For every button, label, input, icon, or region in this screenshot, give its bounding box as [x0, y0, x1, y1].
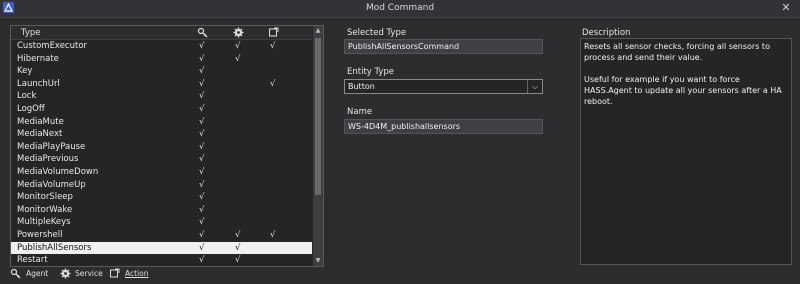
- row-service-check: √: [235, 229, 241, 240]
- row-agent-check: √: [199, 41, 205, 51]
- row-action-check: √: [270, 78, 276, 89]
- row-agent-check: √: [199, 242, 205, 253]
- row-type-name: MonitorWake: [17, 204, 73, 215]
- table-row[interactable]: MultipleKeys √: [11, 216, 312, 229]
- chevron-down-icon[interactable]: ⌵: [527, 80, 542, 93]
- legend-service: Service: [60, 268, 103, 281]
- row-type-name: LaunchUrl: [17, 78, 60, 89]
- row-type-name: CustomExecutor: [17, 41, 88, 51]
- row-agent-check: √: [199, 78, 205, 89]
- table-row[interactable]: PublishAllSensors √ √: [11, 241, 312, 255]
- table-row[interactable]: LogOff √: [11, 103, 312, 116]
- row-type-name: Key: [17, 66, 33, 77]
- close-button[interactable]: ✕: [780, 2, 792, 14]
- row-type-name: PublishAllSensors: [17, 242, 92, 253]
- row-type-name: MediaPrevious: [17, 154, 79, 165]
- row-service-check: √: [235, 41, 241, 51]
- row-service-check: √: [235, 255, 241, 266]
- description-text-1: Resets all sensor checks, forcing all se…: [584, 42, 770, 62]
- row-service-check: √: [235, 53, 241, 64]
- table-row[interactable]: MonitorSleep √: [11, 191, 312, 204]
- entity-type-value: Button: [348, 82, 375, 91]
- row-agent-check: √: [199, 103, 205, 114]
- window-title: Mod Command: [365, 3, 435, 13]
- command-type-table[interactable]: Type CustomExecutor √ √ √ Hibernate √ √ Key √ Lau…: [10, 25, 324, 267]
- legend-agent: Agent: [10, 268, 48, 281]
- table-scrollbar[interactable]: ▲ ▼: [313, 26, 323, 266]
- row-type-name: Powershell: [17, 229, 63, 240]
- column-header-type: Type: [21, 28, 41, 38]
- row-type-name: MediaNext: [17, 129, 63, 140]
- gear-icon: [233, 27, 244, 41]
- name-field[interactable]: WS-4D4M_publishallsensors: [344, 119, 543, 134]
- table-row[interactable]: MediaVolumeDown √: [11, 166, 312, 179]
- table-row[interactable]: Restart √ √: [11, 254, 312, 266]
- row-service-check: √: [235, 242, 241, 253]
- row-agent-check: √: [199, 66, 205, 77]
- row-type-name: MediaPlayPause: [17, 141, 86, 152]
- table-row[interactable]: MonitorWake √: [11, 204, 312, 217]
- row-agent-check: √: [199, 166, 205, 177]
- row-agent-check: √: [199, 192, 205, 203]
- action-icon: [268, 27, 279, 41]
- row-agent-check: √: [199, 154, 205, 165]
- scroll-thumb[interactable]: [315, 38, 321, 195]
- name-label: Name: [347, 107, 373, 117]
- table-row[interactable]: Key √: [11, 65, 312, 78]
- row-agent-check: √: [199, 229, 205, 240]
- row-action-check: √: [270, 41, 276, 51]
- scroll-down-icon[interactable]: ▼: [313, 256, 323, 266]
- row-action-check: √: [270, 229, 276, 240]
- table-row[interactable]: MediaNext √: [11, 128, 312, 141]
- table-row[interactable]: LaunchUrl √ √: [11, 78, 312, 91]
- row-type-name: MultipleKeys: [17, 217, 71, 228]
- row-agent-check: √: [199, 255, 205, 266]
- entity-type-dropdown[interactable]: Button ⌵: [344, 79, 543, 94]
- table-row[interactable]: MediaVolumeUp √: [11, 179, 312, 192]
- table-header: Type: [11, 26, 312, 40]
- row-agent-check: √: [199, 204, 205, 215]
- description-label: Description: [582, 28, 631, 38]
- title-bar: Mod Command ✕: [0, 0, 800, 18]
- row-type-name: Restart: [17, 255, 48, 266]
- scroll-up-icon[interactable]: ▲: [313, 26, 323, 36]
- agent-icon: [197, 27, 208, 41]
- row-type-name: MediaMute: [17, 116, 64, 127]
- description-box: Resets all sensor checks, forcing all se…: [580, 38, 792, 265]
- row-agent-check: √: [199, 141, 205, 152]
- row-type-name: LogOff: [17, 103, 45, 114]
- table-row[interactable]: MediaPlayPause √: [11, 141, 312, 154]
- row-agent-check: √: [199, 53, 205, 64]
- row-agent-check: √: [199, 217, 205, 228]
- row-type-name: Lock: [17, 91, 37, 102]
- table-row[interactable]: Lock √: [11, 90, 312, 103]
- row-type-name: MonitorSleep: [17, 192, 73, 203]
- table-row[interactable]: Hibernate √ √: [11, 53, 312, 66]
- row-type-name: MediaVolumeUp: [17, 179, 86, 190]
- table-row[interactable]: Powershell √ √ √: [11, 229, 312, 242]
- table-body: CustomExecutor √ √ √ Hibernate √ √ Key √ LaunchUr…: [11, 40, 312, 266]
- selected-type-field[interactable]: PublishAllSensorsCommand: [344, 39, 543, 54]
- table-row[interactable]: MediaPrevious √: [11, 153, 312, 166]
- selected-type-label: Selected Type: [347, 28, 407, 38]
- row-type-name: MediaVolumeDown: [17, 166, 99, 177]
- description-text-2: Useful for example if you want to force …: [584, 75, 782, 106]
- entity-type-label: Entity Type: [347, 67, 395, 77]
- table-row[interactable]: MediaMute √: [11, 116, 312, 129]
- row-type-name: Hibernate: [17, 53, 59, 64]
- row-agent-check: √: [199, 129, 205, 140]
- row-agent-check: √: [199, 91, 205, 102]
- legend-action: Action: [109, 268, 149, 281]
- row-agent-check: √: [199, 116, 205, 127]
- table-row[interactable]: CustomExecutor √ √ √: [11, 40, 312, 53]
- row-agent-check: √: [199, 179, 205, 190]
